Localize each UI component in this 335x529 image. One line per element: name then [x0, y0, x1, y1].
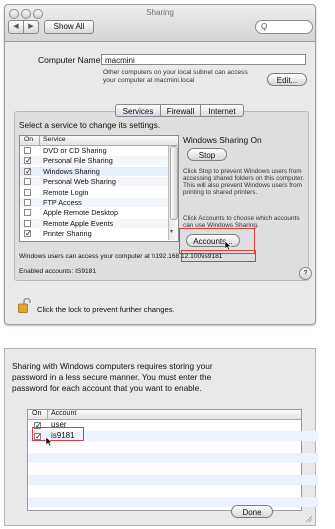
- service-status: Windows Sharing On: [183, 135, 262, 145]
- search-icon: Q: [261, 22, 268, 31]
- service-name: Remote Login: [43, 187, 89, 197]
- forward-button[interactable]: ▶: [23, 20, 39, 34]
- tab-internet[interactable]: Internet: [201, 104, 244, 117]
- column-service-header[interactable]: Service: [43, 136, 66, 143]
- service-name: Personal File Sharing: [43, 156, 113, 166]
- computer-name-field[interactable]: macmini: [101, 54, 306, 65]
- resize-grip-icon[interactable]: [303, 513, 313, 523]
- address-highlight-box: [181, 250, 256, 262]
- stop-help-4: printing to shared printers.: [183, 189, 258, 196]
- services-header: On Service: [20, 136, 178, 146]
- show-all-button[interactable]: Show All: [44, 20, 94, 34]
- accounts-table[interactable]: On Account ✓ user ✓ is9181: [27, 409, 318, 511]
- stop-help-3: This will also prevent Windows users fro…: [183, 182, 302, 189]
- column-on-header[interactable]: On: [24, 136, 33, 143]
- accounts-help-1: Click Accounts to choose which accounts: [183, 215, 300, 222]
- service-row[interactable]: Remote Apple Events: [20, 218, 168, 228]
- search-field[interactable]: Q: [255, 20, 313, 34]
- service-checkbox[interactable]: ✓: [24, 167, 32, 175]
- empty-row: [28, 486, 318, 496]
- service-checkbox[interactable]: [24, 147, 31, 154]
- edit-button[interactable]: Edit...: [267, 73, 307, 86]
- service-name: Apple Remote Desktop: [43, 208, 119, 218]
- sheet-message-3: password for each account that you want …: [12, 383, 202, 393]
- column-divider: [39, 136, 40, 145]
- title-bar: Sharing ◀ ▶ Show All Q: [5, 5, 315, 42]
- computer-info-line2: your computer at macmini.local: [103, 77, 195, 84]
- account-highlight-box: [32, 427, 84, 441]
- column-divider: [47, 410, 48, 419]
- scroll-thumb[interactable]: [170, 146, 178, 220]
- computer-name-label: Computer Name:: [38, 55, 103, 65]
- window-title: Sharing: [146, 8, 174, 17]
- service-checkbox[interactable]: ✓: [24, 157, 32, 165]
- service-row[interactable]: ✓ Windows Sharing: [20, 166, 168, 176]
- column-account-header[interactable]: Account: [51, 410, 76, 417]
- service-checkbox[interactable]: ✓: [24, 230, 32, 238]
- forward-arrow-icon: ▶: [28, 23, 34, 30]
- scroll-arrow-icon[interactable]: ▾: [170, 228, 173, 235]
- stop-help-2: accessing shared folders on this compute…: [183, 175, 305, 182]
- service-name: Remote Apple Events: [43, 218, 114, 228]
- access-prefix: Windows users can access your computer a…: [19, 253, 152, 260]
- tab-firewall[interactable]: Firewall: [161, 104, 201, 117]
- lock-icon[interactable]: [18, 298, 31, 313]
- help-button[interactable]: ?: [299, 267, 312, 280]
- tab-services[interactable]: Services: [115, 104, 161, 117]
- services-prompt: Select a service to change its settings.: [19, 120, 161, 130]
- service-name: DVD or CD Sharing: [43, 146, 107, 155]
- stop-button[interactable]: Stop: [187, 148, 227, 161]
- sheet-message-1: Sharing with Windows computers requires …: [12, 361, 213, 371]
- done-button[interactable]: Done: [231, 505, 273, 518]
- empty-row: [28, 453, 318, 463]
- services-table[interactable]: On Service DVD or CD Sharing ✓ Personal Fi…: [19, 135, 179, 242]
- service-checkbox[interactable]: [24, 199, 31, 206]
- lock-text: Click the lock to prevent further change…: [37, 305, 175, 314]
- empty-row: [28, 442, 318, 452]
- service-checkbox[interactable]: [24, 178, 31, 186]
- enabled-accounts: Enabled accounts: IS9181: [19, 268, 96, 275]
- service-name: Personal Web Sharing: [43, 177, 116, 187]
- service-row[interactable]: DVD or CD Sharing: [20, 146, 168, 155]
- stop-help-1: Click Stop to prevent Windows users from: [183, 168, 302, 175]
- column-on-header[interactable]: On: [32, 410, 41, 417]
- empty-row: [28, 497, 318, 507]
- accounts-sheet: Sharing with Windows computers requires …: [4, 348, 318, 526]
- service-name: Windows Sharing: [43, 166, 100, 176]
- services-scrollbar[interactable]: ▾: [168, 146, 178, 240]
- empty-row: [28, 475, 318, 485]
- service-row[interactable]: ✓ Personal File Sharing: [20, 156, 168, 166]
- back-arrow-icon: ◀: [13, 23, 19, 30]
- sharing-window: Sharing ◀ ▶ Show All Q Computer Name: ma…: [4, 4, 316, 325]
- service-name: Printer Sharing: [43, 229, 92, 239]
- service-checkbox[interactable]: [24, 209, 31, 217]
- sheet-message-2: password in a less secure manner. You mu…: [12, 372, 212, 382]
- computer-info-line1: Other computers on your local subnet can…: [103, 69, 248, 76]
- service-row[interactable]: Personal Web Sharing: [20, 177, 168, 187]
- mouse-pointer-icon: [45, 436, 53, 447]
- service-row[interactable]: FTP Access: [20, 198, 168, 207]
- service-row[interactable]: Apple Remote Desktop: [20, 208, 168, 217]
- service-row[interactable]: Remote Login: [20, 188, 168, 197]
- back-button[interactable]: ◀: [8, 20, 24, 34]
- empty-row: [28, 464, 318, 474]
- service-checkbox[interactable]: [24, 188, 31, 196]
- accounts-header: On Account: [28, 410, 301, 420]
- service-name: FTP Access: [43, 198, 82, 207]
- service-row[interactable]: ✓ Printer Sharing: [20, 229, 168, 238]
- service-checkbox[interactable]: [24, 219, 31, 227]
